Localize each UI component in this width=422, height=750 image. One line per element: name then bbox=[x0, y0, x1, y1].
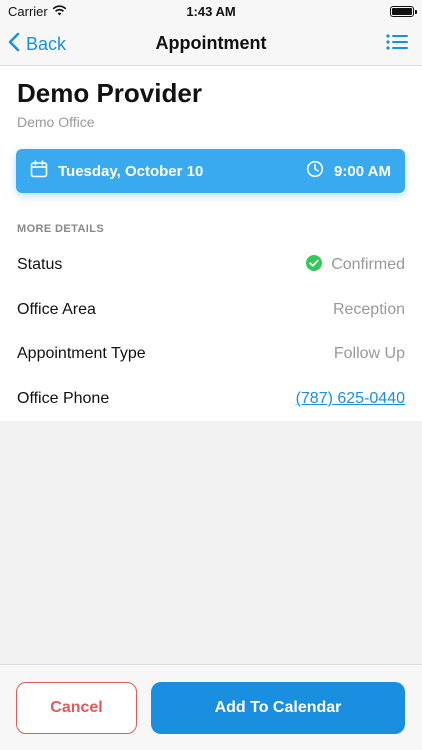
page-title: Appointment bbox=[155, 33, 267, 53]
date-banner: Tuesday, October 10 9:00 AM bbox=[16, 149, 405, 193]
footer: Cancel Add To Calendar bbox=[0, 664, 422, 750]
section-header: MORE DETAILS bbox=[17, 223, 105, 235]
status-time: 1:43 AM bbox=[186, 3, 236, 19]
wifi-icon bbox=[52, 4, 67, 19]
status-row: Status Confirmed bbox=[17, 253, 405, 277]
status-value: Confirmed bbox=[305, 254, 405, 277]
appointment-time: 9:00 AM bbox=[334, 162, 391, 180]
banner-time: 9:00 AM bbox=[306, 160, 391, 182]
back-button[interactable]: Back bbox=[8, 22, 66, 66]
carrier-label: Carrier bbox=[8, 3, 48, 19]
nav-bar: Back Appointment bbox=[0, 22, 422, 66]
appointment-details: Demo Provider Demo Office Tuesday, Octob… bbox=[0, 66, 422, 421]
office-phone-link[interactable]: (787) 625-0440 bbox=[296, 390, 405, 408]
status-text: Confirmed bbox=[331, 256, 405, 273]
list-icon bbox=[386, 33, 408, 55]
office-area-label: Office Area bbox=[17, 301, 96, 318]
battery-icon bbox=[390, 5, 417, 17]
office-phone-label: Office Phone bbox=[17, 390, 110, 407]
add-to-calendar-button[interactable]: Add To Calendar bbox=[151, 682, 405, 734]
provider-office: Demo Office bbox=[17, 114, 95, 130]
menu-button[interactable] bbox=[386, 22, 408, 66]
appointment-type-row: Appointment Type Follow Up bbox=[17, 342, 405, 366]
office-area-value: Reception bbox=[332, 301, 405, 318]
status-bar: Carrier 1:43 AM bbox=[0, 0, 422, 22]
office-area-row: Office Area Reception bbox=[17, 298, 405, 322]
check-circle-icon bbox=[305, 254, 323, 277]
banner-date: Tuesday, October 10 bbox=[30, 160, 203, 182]
appointment-type-value: Follow Up bbox=[333, 345, 405, 362]
status-left: Carrier bbox=[8, 4, 67, 19]
chevron-left-icon bbox=[8, 32, 20, 57]
status-label: Status bbox=[17, 256, 63, 273]
back-label: Back bbox=[26, 33, 67, 54]
clock-icon bbox=[306, 160, 324, 182]
calendar-icon bbox=[30, 160, 48, 182]
cancel-button[interactable]: Cancel bbox=[16, 682, 137, 734]
appointment-type-label: Appointment Type bbox=[17, 345, 146, 362]
appointment-date: Tuesday, October 10 bbox=[58, 162, 204, 180]
office-phone-row: Office Phone (787) 625-0440 bbox=[17, 387, 405, 411]
provider-name: Demo Provider bbox=[17, 78, 202, 108]
